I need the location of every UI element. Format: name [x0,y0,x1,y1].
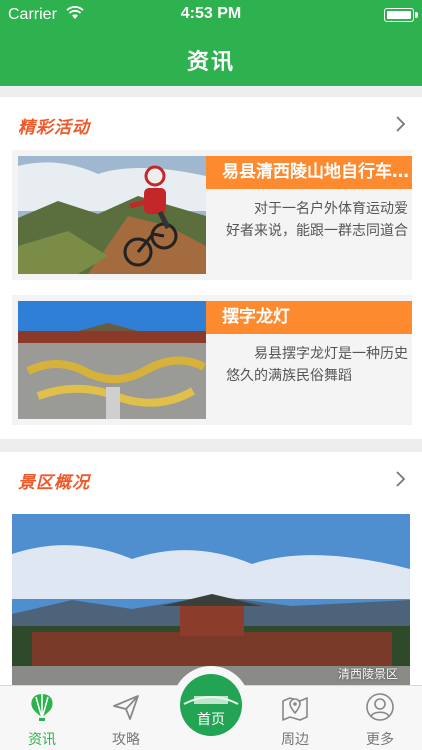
home-icon: 首页 [180,674,242,736]
activities-title: 精彩活动 [18,118,90,138]
watermark: 清西陵景区 [337,667,398,681]
status-bar: Carrier 4:53 PM [0,0,422,30]
activity-desc: 易县摆字龙灯是一种历史悠久的满族民俗舞蹈 [226,346,408,384]
balloon-icon [31,694,53,721]
tab-label: 周边 [281,732,309,748]
activity-title: 易县清西陵山地自行车比赛 [206,156,412,189]
activity-desc: 对于一名户外体育运动爱好者来说，能跟一群志同道合的朋友 [226,201,408,239]
tab-label: 更多 [366,732,394,748]
map-pin-icon [282,697,308,721]
activity-image [18,156,206,274]
paper-plane-icon [113,695,139,720]
clock: 4:53 PM [180,5,242,22]
activity-title: 摆字龙灯 [206,301,412,334]
home-label: 首页 [197,712,225,728]
tab-guide[interactable]: 攻略 [84,686,168,750]
tab-label: 资讯 [28,732,56,748]
user-icon [366,693,394,721]
scenic-section: 景区概况 清西陵景区 [0,452,422,692]
activity-card[interactable]: 易县清西陵山地自行车比赛 对于一名户外体育运动爱好者来说，能跟一群志同道合的朋友 [12,150,412,280]
tab-nearby[interactable]: 周边 [253,686,337,750]
scenic-title: 景区概况 [18,473,90,493]
scenic-header[interactable]: 景区概况 [0,452,422,508]
home-button[interactable]: 首页 [172,666,250,744]
battery-icon [384,8,418,22]
chevron-right-icon[interactable] [390,469,410,489]
tab-label: 攻略 [112,732,140,748]
tab-more[interactable]: 更多 [338,686,422,750]
page-title: 资讯 [186,50,235,75]
activity-image [18,301,206,419]
activities-header[interactable]: 精彩活动 [0,97,422,153]
chevron-right-icon[interactable] [390,114,410,134]
activity-card[interactable]: 摆字龙灯 易县摆字龙灯是一种历史悠久的满族民俗舞蹈 [12,295,412,425]
tab-news[interactable]: 资讯 [0,686,84,750]
navigation-header: Carrier 4:53 PM 资讯 [0,0,422,86]
activities-section: 精彩活动 易县清西陵山地自行车比赛 对于一名户外体育运动爱好者来说，能跟一群志同… [0,97,422,439]
